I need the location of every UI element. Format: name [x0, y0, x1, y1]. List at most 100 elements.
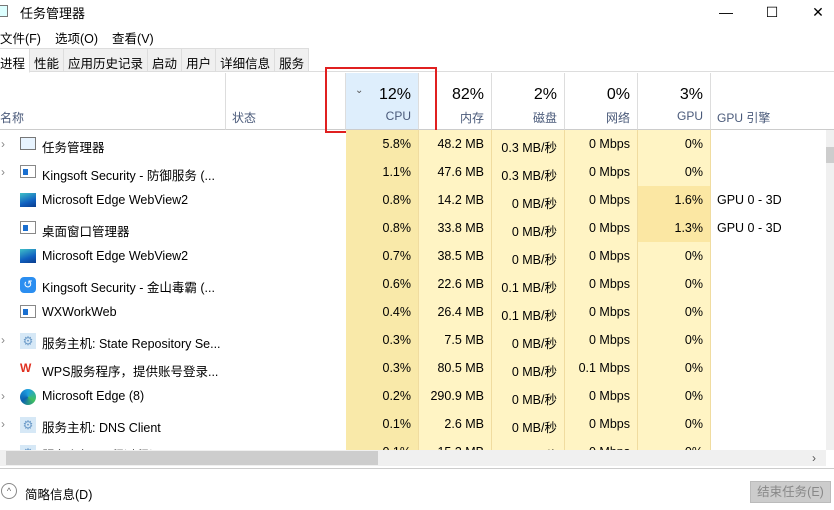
table-row[interactable]: › 任务管理器 5.8% 48.2 MB 0.3 MB/秒 0 Mbps 0% [0, 130, 826, 158]
column-label: 磁盘 [532, 111, 557, 125]
tab-details[interactable]: 详细信息 [216, 48, 276, 72]
horizontal-scrollbar[interactable]: › [0, 450, 826, 466]
tab-performance[interactable]: 性能 [30, 48, 65, 72]
table-row[interactable]: ↺ Kingsoft Security - 金山毒霸 (... 0.6% 22.6 M… [0, 270, 826, 298]
network-cell: 0 Mbps [565, 130, 638, 158]
webview-icon [20, 193, 36, 207]
column-network[interactable]: 0% 网络 [565, 73, 638, 130]
disk-cell: 0 MB/秒 [492, 186, 565, 214]
wps-icon: W [20, 361, 32, 375]
title-bar: 任务管理器 — ☐ ✕ [0, 0, 834, 24]
memory-total: 82% [451, 86, 484, 103]
table-row[interactable]: › Microsoft Edge (8) 0.2% 290.9 MB 0 MB/秒 0 M… [0, 382, 826, 410]
tab-processes[interactable]: 进程 [0, 48, 31, 73]
webview-icon [20, 249, 36, 263]
scroll-right-icon[interactable]: › [812, 451, 816, 465]
chevron-up-icon[interactable]: ^ [1, 483, 17, 499]
tab-startup[interactable]: 启动 [148, 48, 183, 72]
memory-cell: 2.6 MB [419, 410, 492, 438]
column-label: 状态 [232, 111, 257, 125]
edge-icon [20, 389, 36, 405]
tab-users[interactable]: 用户 [182, 48, 217, 72]
table-row[interactable]: › ⚙ 服务主机: DNS Client 0.1% 2.6 MB 0 MB/秒 0 Mbps… [0, 410, 826, 438]
menu-view[interactable]: 查看(V) [112, 26, 154, 46]
network-cell: 0 Mbps [565, 438, 638, 450]
column-label: GPU [676, 109, 703, 123]
highlight-box [325, 67, 437, 133]
gpu-cell: 0% [638, 270, 711, 298]
gpu-cell: 0% [638, 298, 711, 326]
gpu-cell: 1.3% [638, 214, 711, 242]
end-task-button[interactable]: 结束任务(E) [750, 481, 831, 503]
column-gpu-engine[interactable]: GPU 引擎 [711, 73, 834, 130]
table-row[interactable]: › ⚙ 服务主机: State Repository Se... 0.3% 7.5 MB… [0, 326, 826, 354]
menu-options[interactable]: 选项(O) [55, 26, 98, 46]
network-cell: 0 Mbps [565, 410, 638, 438]
gpu-engine-cell [711, 382, 826, 410]
column-name[interactable]: 名称 [0, 73, 226, 130]
table-row[interactable]: W WPS服务程序，提供账号登录... 0.3% 80.5 MB 0 MB/秒 0.1 M… [0, 354, 826, 382]
expand-chevron-icon[interactable]: › [1, 165, 5, 179]
process-name: 服务主机: DNS Client [42, 421, 161, 435]
minimize-button[interactable]: — [703, 0, 749, 24]
table-row[interactable]: Microsoft Edge WebView2 0.7% 38.5 MB 0 MB/秒… [0, 242, 826, 270]
scroll-thumb[interactable] [6, 451, 378, 465]
process-name: WPS服务程序，提供账号登录... [42, 365, 219, 379]
cpu-cell: 0.1% [346, 410, 419, 438]
gear-icon: ⚙ [20, 417, 36, 433]
memory-cell: 26.4 MB [419, 298, 492, 326]
process-name: 服务主机: State Repository Se... [42, 337, 221, 351]
vertical-scrollbar[interactable] [826, 130, 834, 450]
window-title: 任务管理器 [20, 6, 86, 21]
disk-total: 2% [533, 86, 557, 103]
cpu-cell: 0.3% [346, 326, 419, 354]
gpu-engine-cell [711, 326, 826, 354]
gpu-cell: 0% [638, 242, 711, 270]
memory-cell: 290.9 MB [419, 382, 492, 410]
footer: ^ 简略信息(D) 结束任务(E) [0, 468, 834, 510]
cpu-cell: 0.6% [346, 270, 419, 298]
disk-cell: 0 MB/秒 [492, 382, 565, 410]
gpu-cell: 0% [638, 326, 711, 354]
gpu-engine-cell [711, 298, 826, 326]
cpu-cell: 1.1% [346, 158, 419, 186]
scroll-thumb[interactable] [826, 147, 834, 163]
close-button[interactable]: ✕ [795, 0, 834, 24]
expand-chevron-icon[interactable]: › [1, 333, 5, 347]
window-icon [20, 165, 36, 179]
cpu-cell: 0.3% [346, 354, 419, 382]
network-cell: 0 Mbps [565, 214, 638, 242]
kingsoft-icon: ↺ [20, 277, 36, 293]
taskmgr-icon [20, 137, 36, 151]
fewer-details-link[interactable]: 简略信息(D) [25, 484, 92, 503]
disk-cell: 0.1 MB/秒 [492, 270, 565, 298]
expand-chevron-icon[interactable]: › [1, 389, 5, 403]
gpu-engine-cell [711, 354, 826, 382]
expand-chevron-icon[interactable]: › [1, 417, 5, 431]
tab-services[interactable]: 服务 [275, 48, 310, 72]
expand-chevron-icon[interactable]: › [1, 137, 5, 151]
process-name: WXWorkWeb [42, 305, 117, 319]
disk-cell: 0.3 MB/秒 [492, 130, 565, 158]
gpu-engine-cell [711, 242, 826, 270]
gpu-engine-cell [711, 158, 826, 186]
disk-cell: 0 MB/秒 [492, 438, 565, 450]
tab-app-history[interactable]: 应用历史记录 [64, 48, 149, 72]
maximize-button[interactable]: ☐ [749, 0, 795, 24]
gear-icon: ⚙ [20, 333, 36, 349]
menu-file[interactable]: 文件(F) [0, 26, 41, 46]
memory-cell: 7.5 MB [419, 326, 492, 354]
table-row[interactable]: › Kingsoft Security - 防御服务 (... 1.1% 47.6 M… [0, 158, 826, 186]
table-row[interactable]: Microsoft Edge WebView2 0.8% 14.2 MB 0 MB/秒… [0, 186, 826, 214]
table-row[interactable]: WXWorkWeb 0.4% 26.4 MB 0.1 MB/秒 0 Mbps 0% [0, 298, 826, 326]
table-row[interactable]: 桌面窗口管理器 0.8% 33.8 MB 0 MB/秒 0 Mbps 1.3% GPU 0 … [0, 214, 826, 242]
table-row[interactable]: ›⚙服务主机: 远程过程调用 (3)0.1%15.3 MB0 MB/秒0 Mbp… [0, 438, 826, 450]
cpu-cell: 5.8% [346, 130, 419, 158]
disk-cell: 0.1 MB/秒 [492, 298, 565, 326]
process-name: 桌面窗口管理器 [42, 225, 130, 239]
gpu-engine-cell [711, 438, 826, 450]
column-disk[interactable]: 2% 磁盘 [492, 73, 565, 130]
cpu-cell: 0.2% [346, 382, 419, 410]
column-gpu[interactable]: 3% GPU [638, 73, 711, 130]
process-list: › 任务管理器 5.8% 48.2 MB 0.3 MB/秒 0 Mbps 0% › Kingso… [0, 130, 826, 450]
